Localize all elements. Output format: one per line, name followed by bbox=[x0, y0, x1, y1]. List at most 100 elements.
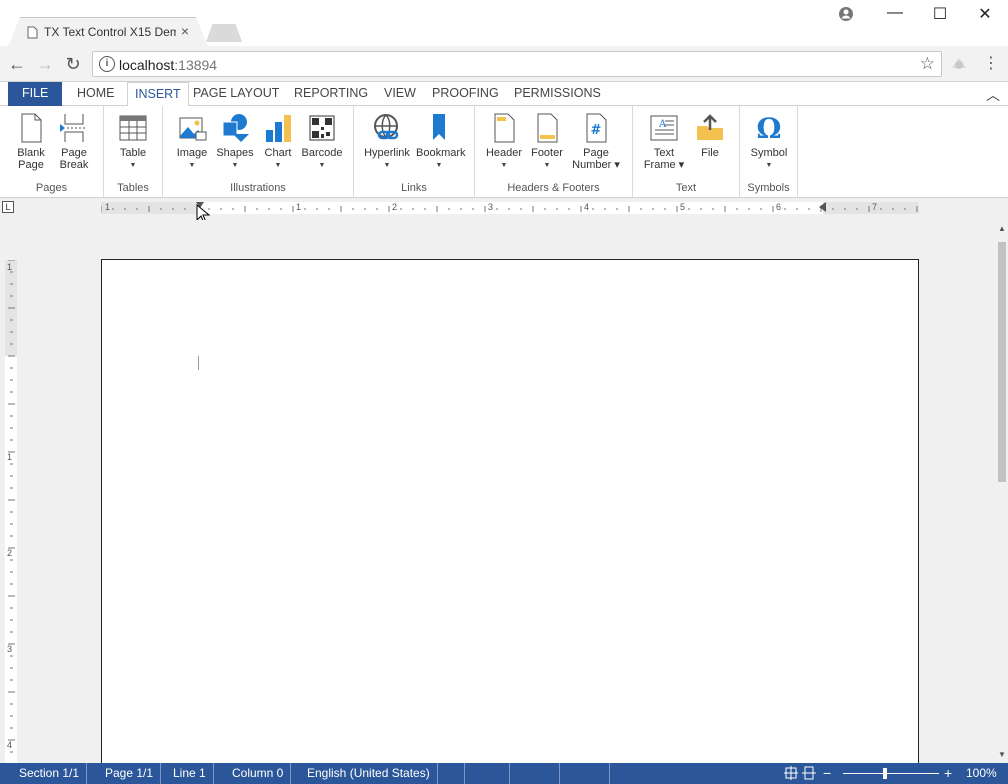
tab-view[interactable]: VIEW bbox=[377, 82, 423, 106]
ruler-number: 1 bbox=[105, 202, 111, 212]
extension-icon[interactable] bbox=[950, 56, 968, 72]
ribbon-tab-bar: FILE HOME INSERT PAGE LAYOUT REPORTING V… bbox=[0, 82, 1008, 107]
ruler-number: 7 bbox=[872, 202, 878, 212]
bookmark-star-icon[interactable]: ☆ bbox=[920, 54, 935, 74]
horizontal-ruler[interactable]: 1 1 2 3 4 5 6 7 bbox=[101, 202, 919, 214]
file-insert-button[interactable]: File bbox=[687, 112, 733, 159]
hyperlink-globe-icon bbox=[374, 114, 399, 140]
forward-arrow-icon[interactable]: → bbox=[34, 53, 56, 75]
zoom-level: 100% bbox=[966, 766, 997, 780]
hyperlink-button[interactable]: Hyperlink ▼ bbox=[364, 112, 410, 172]
collapse-ribbon-icon[interactable]: ︿ bbox=[986, 85, 1000, 105]
vertical-ruler[interactable]: 1 1 2 3 4 bbox=[5, 260, 17, 763]
page-number-button[interactable]: # Page Number ▾ bbox=[569, 112, 623, 171]
close-window-button[interactable]: ✕ bbox=[970, 4, 1000, 24]
vruler-number: 1 bbox=[7, 262, 13, 272]
tab-stop-selector[interactable]: L bbox=[2, 201, 14, 213]
group-links: Hyperlink ▼ Bookmark ▼ Links bbox=[354, 106, 475, 198]
status-page: Page 1/1 bbox=[98, 763, 162, 784]
group-illustrations: Image ▼ Shapes ▼ Chart ▼ Barcode ▼ Illus… bbox=[163, 106, 354, 198]
text-frame-button[interactable]: A Text Frame ▾ bbox=[641, 112, 687, 171]
address-bar[interactable]: i localhost:13894 ☆ bbox=[92, 51, 942, 77]
menu-kebab-icon[interactable]: ⋮ bbox=[980, 53, 1002, 75]
group-label-symbols: Symbols bbox=[747, 182, 790, 194]
zoom-slider-thumb[interactable] bbox=[883, 768, 888, 779]
group-text: A Text Frame ▾ File Text bbox=[633, 106, 740, 198]
header-icon bbox=[494, 113, 515, 143]
right-indent-marker[interactable] bbox=[817, 202, 827, 214]
zoom-in-button[interactable]: + bbox=[944, 763, 952, 784]
status-column: Column 0 bbox=[225, 763, 292, 784]
status-section: Section 1/1 bbox=[12, 763, 88, 784]
group-tables: Table ▼ Tables bbox=[104, 106, 163, 198]
blank-page-icon bbox=[21, 113, 42, 143]
zoom-slider-track[interactable] bbox=[843, 773, 939, 774]
tab-page-layout[interactable]: PAGE LAYOUT bbox=[186, 82, 286, 106]
info-icon[interactable]: i bbox=[99, 56, 115, 72]
ruler-number: 4 bbox=[584, 202, 590, 212]
reload-icon[interactable]: ↻ bbox=[62, 53, 84, 75]
tab-reporting[interactable]: REPORTING bbox=[287, 82, 375, 106]
group-label-links: Links bbox=[401, 182, 427, 194]
status-language: English (United States) bbox=[300, 763, 438, 784]
group-symbols: Ω Symbol ▼ Symbols bbox=[740, 106, 798, 198]
image-icon bbox=[179, 117, 207, 141]
table-icon bbox=[119, 115, 147, 141]
tab-home[interactable]: HOME bbox=[70, 82, 122, 106]
vruler-number: 4 bbox=[7, 740, 13, 750]
minimize-button[interactable]: — bbox=[880, 4, 910, 22]
bookmark-button[interactable]: Bookmark ▼ bbox=[416, 112, 466, 172]
folder-upload-icon bbox=[697, 114, 723, 140]
tab-permissions[interactable]: PERMISSIONS bbox=[507, 82, 608, 106]
bookmark-icon bbox=[433, 114, 445, 140]
blank-page-button[interactable]: Blank Page bbox=[8, 112, 54, 171]
header-button[interactable]: Header ▼ bbox=[481, 112, 527, 172]
text-frame-icon: A bbox=[650, 115, 678, 141]
group-label-tables: Tables bbox=[117, 182, 149, 194]
page-icon bbox=[27, 26, 38, 38]
scroll-down-arrow-icon[interactable]: ▼ bbox=[996, 750, 1008, 759]
account-icon[interactable] bbox=[838, 6, 854, 22]
vruler-number: 3 bbox=[7, 644, 13, 654]
chart-button[interactable]: Chart ▼ bbox=[255, 112, 301, 172]
table-button[interactable]: Table ▼ bbox=[110, 112, 156, 172]
chart-icon bbox=[266, 115, 291, 142]
group-pages: Blank Page Page Break Pages bbox=[0, 106, 104, 198]
zoom-out-button[interactable]: − bbox=[823, 763, 831, 784]
new-tab-button[interactable] bbox=[206, 24, 242, 42]
vertical-ruler-ticks bbox=[8, 260, 15, 753]
ruler-number: 2 bbox=[392, 202, 398, 212]
shapes-icon bbox=[222, 114, 249, 142]
maximize-button[interactable]: ☐ bbox=[925, 4, 955, 24]
barcode-icon bbox=[309, 115, 335, 141]
tab-file[interactable]: FILE bbox=[8, 82, 63, 106]
page-break-icon bbox=[60, 114, 85, 142]
svg-text:Ω: Ω bbox=[757, 112, 782, 144]
omega-symbol-icon: Ω bbox=[757, 112, 782, 144]
image-button[interactable]: Image ▼ bbox=[169, 112, 215, 172]
status-bar: Section 1/1 Page 1/1 Line 1 Column 0 Eng… bbox=[0, 763, 1008, 784]
barcode-button[interactable]: Barcode ▼ bbox=[299, 112, 345, 172]
fit-page-icon[interactable] bbox=[784, 766, 798, 780]
tab-proofing[interactable]: PROOFING bbox=[425, 82, 506, 106]
vertical-scrollbar[interactable]: ▲ ▼ bbox=[996, 220, 1008, 763]
footer-icon bbox=[537, 113, 558, 143]
scrollbar-thumb[interactable] bbox=[998, 242, 1006, 482]
symbol-button[interactable]: Ω Symbol ▼ bbox=[746, 112, 792, 172]
back-arrow-icon[interactable]: ← bbox=[6, 53, 28, 75]
tab-insert[interactable]: INSERT bbox=[127, 82, 189, 107]
page-break-button[interactable]: Page Break bbox=[51, 112, 97, 171]
footer-button[interactable]: Footer ▼ bbox=[524, 112, 570, 172]
browser-tabstrip: TX Text Control X15 Dem × — ☐ ✕ bbox=[0, 0, 1008, 47]
document-page[interactable] bbox=[101, 259, 919, 779]
ruler-number: 1 bbox=[296, 202, 302, 212]
browser-tab[interactable]: TX Text Control X15 Dem × bbox=[8, 17, 208, 47]
group-label-text: Text bbox=[675, 182, 697, 194]
document-workspace: 1 1 2 3 4 bbox=[0, 220, 996, 779]
close-tab-icon[interactable]: × bbox=[181, 23, 189, 39]
status-line: Line 1 bbox=[166, 763, 214, 784]
scroll-up-arrow-icon[interactable]: ▲ bbox=[996, 224, 1008, 233]
text-cursor bbox=[198, 356, 199, 370]
fit-width-icon[interactable] bbox=[802, 766, 816, 780]
shapes-button[interactable]: Shapes ▼ bbox=[212, 112, 258, 172]
